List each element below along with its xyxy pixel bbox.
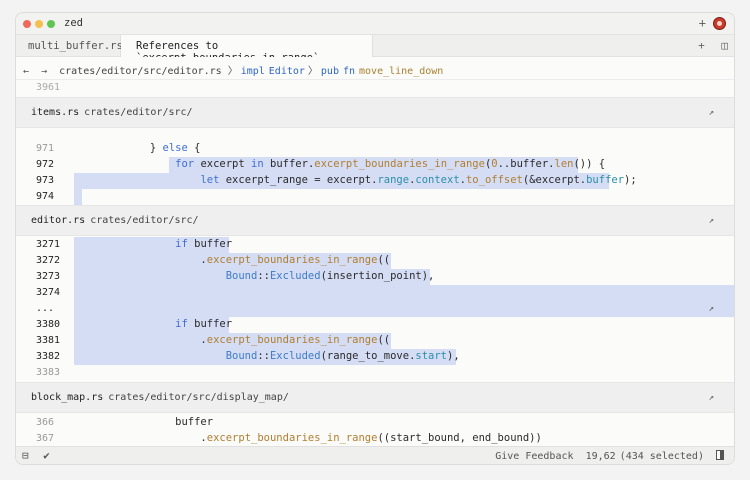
excerpt-header[interactable]: items.rs crates/editor/src/ ↗ — [16, 97, 734, 128]
code-text: .excerpt_boundaries_in_range(( — [74, 254, 391, 266]
line-number: 367 — [36, 433, 55, 444]
code-line: 3271 if buffer — [16, 237, 734, 253]
code-line: 3380 if buffer — [16, 317, 734, 333]
tab-label: multi_buffer.rs — [28, 40, 123, 52]
code-text: } else { — [74, 142, 201, 154]
maximize-window-button[interactable] — [47, 20, 55, 28]
breadcrumb-impl-keyword: impl — [240, 66, 265, 77]
breadcrumb: ← → crates/editor/src/editor.rs 〉 impl Edit… — [16, 57, 734, 80]
code-text: .excerpt_boundaries_in_range((start_boun… — [74, 432, 542, 444]
line-number: 971 — [36, 143, 55, 154]
line-number: 3272 — [36, 255, 61, 266]
code-line: 3272 .excerpt_boundaries_in_range(( — [16, 253, 734, 269]
code-text: let excerpt_range = excerpt.range.contex… — [200, 174, 637, 186]
line-number: 3961 — [36, 82, 61, 93]
line-number: 3380 — [36, 319, 61, 330]
excerpt-header[interactable]: block_map.rs crates/editor/src/display_ma… — [16, 382, 734, 413]
back-arrow-icon[interactable]: ← — [23, 66, 29, 77]
expand-excerpt-icon[interactable]: ↗ — [709, 304, 714, 314]
code-text: if buffer — [175, 318, 233, 330]
line-number: 3271 — [36, 239, 61, 250]
expand-excerpt-icon[interactable]: ↗ — [709, 216, 714, 226]
close-window-button[interactable] — [23, 20, 31, 28]
breadcrumb-pub-keyword: pub — [320, 66, 339, 77]
excerpt-path: crates/editor/src/display_map/ — [108, 392, 289, 403]
code-line: 973 let excerpt_range = excerpt.range.co… — [16, 173, 734, 189]
excerpt-header[interactable]: editor.rs crates/editor/src/ ↗ — [16, 205, 734, 236]
line-number: 974 — [36, 191, 55, 202]
code-text: if buffer — [175, 238, 233, 250]
code-line: 3274 — [16, 285, 734, 301]
diagnostics-check-icon[interactable]: ✔ — [43, 449, 50, 462]
code-text: Bound::Excluded(range_to_move.start), — [225, 350, 460, 362]
tab-references[interactable]: References to `excerpt_boundaries_in_ran… — [121, 35, 373, 64]
code-text: buffer — [74, 416, 214, 428]
line-number: 3273 — [36, 271, 61, 282]
forward-arrow-icon[interactable]: → — [41, 66, 47, 77]
code-line: 971 } else { — [16, 141, 734, 157]
line-number: 3274 — [36, 287, 61, 298]
toggle-panel-icon[interactable] — [716, 450, 724, 460]
split-pane-icon[interactable]: ◫ — [721, 39, 728, 52]
multibuffer-editor[interactable]: 3961 items.rs crates/editor/src/ ↗ 971 } … — [16, 80, 734, 448]
add-icon[interactable]: + — [698, 39, 705, 52]
breadcrumb-separator: 〉 — [307, 66, 318, 77]
line-number: 3381 — [36, 335, 61, 346]
ellipsis-fold[interactable]: ... — [36, 303, 76, 314]
code-text: .excerpt_boundaries_in_range(( — [74, 334, 391, 346]
code-line: 367 .excerpt_boundaries_in_range((start_… — [16, 431, 734, 447]
tab-multi-buffer[interactable]: multi_buffer.rs — [16, 35, 123, 57]
code-line: 3961 — [16, 80, 734, 96]
code-line: 3381 .excerpt_boundaries_in_range(( — [16, 333, 734, 349]
excerpt-filename: block_map.rs — [31, 392, 104, 403]
excerpt-path: crates/editor/src/ — [84, 107, 193, 118]
expand-excerpt-icon[interactable]: ↗ — [709, 393, 714, 403]
line-number: 3382 — [36, 351, 61, 362]
code-line: 366 buffer — [16, 415, 734, 431]
code-line: 972 for excerpt in buffer.excerpt_bounda… — [16, 157, 734, 173]
expand-excerpt-icon[interactable]: ↗ — [709, 108, 714, 118]
minimize-window-button[interactable] — [35, 20, 43, 28]
code-line: 3382 Bound::Excluded(range_to_move.start… — [16, 349, 734, 365]
code-line: ... ↗ — [16, 301, 734, 317]
line-number: 973 — [36, 175, 55, 186]
code-text: Bound::Excluded(insertion_point), — [225, 270, 435, 282]
title-bar: zed + — [16, 13, 734, 35]
tab-bar: multi_buffer.rs References to `excerpt_b… — [16, 35, 734, 64]
line-number: 3383 — [36, 367, 61, 378]
app-title: zed — [64, 17, 83, 29]
selection-count: (434 selected) — [619, 451, 704, 462]
cursor-position[interactable]: 19,62 — [586, 451, 616, 462]
excerpt-filename: editor.rs — [31, 215, 86, 226]
excerpt-path: crates/editor/src/ — [90, 215, 199, 226]
breadcrumb-fn-keyword: fn — [342, 66, 356, 77]
code-text: for excerpt in buffer.excerpt_boundaries… — [175, 158, 606, 170]
breadcrumb-separator: 〉 — [227, 66, 238, 77]
status-bar: ⊟ ✔ Give Feedback 19,62 (434 selected) — [16, 446, 734, 464]
line-number: 366 — [36, 417, 55, 428]
breadcrumb-path[interactable]: crates/editor/src/editor.rs — [59, 66, 222, 77]
editor-window: zed + multi_buffer.rs References to `exc… — [15, 12, 735, 465]
code-line: 3273 Bound::Excluded(insertion_point), — [16, 269, 734, 285]
new-icon[interactable]: + — [699, 16, 706, 30]
breadcrumb-fn-name[interactable]: move_line_down — [359, 66, 443, 77]
project-panel-icon[interactable]: ⊟ — [22, 449, 29, 462]
avatar[interactable] — [713, 17, 726, 30]
breadcrumb-impl-name[interactable]: Editor — [269, 66, 305, 77]
excerpt-filename: items.rs — [31, 107, 80, 118]
line-number: 972 — [36, 159, 55, 170]
code-line: 974 — [16, 189, 734, 205]
code-line: 3383 — [16, 365, 734, 381]
give-feedback-button[interactable]: Give Feedback — [495, 451, 573, 462]
